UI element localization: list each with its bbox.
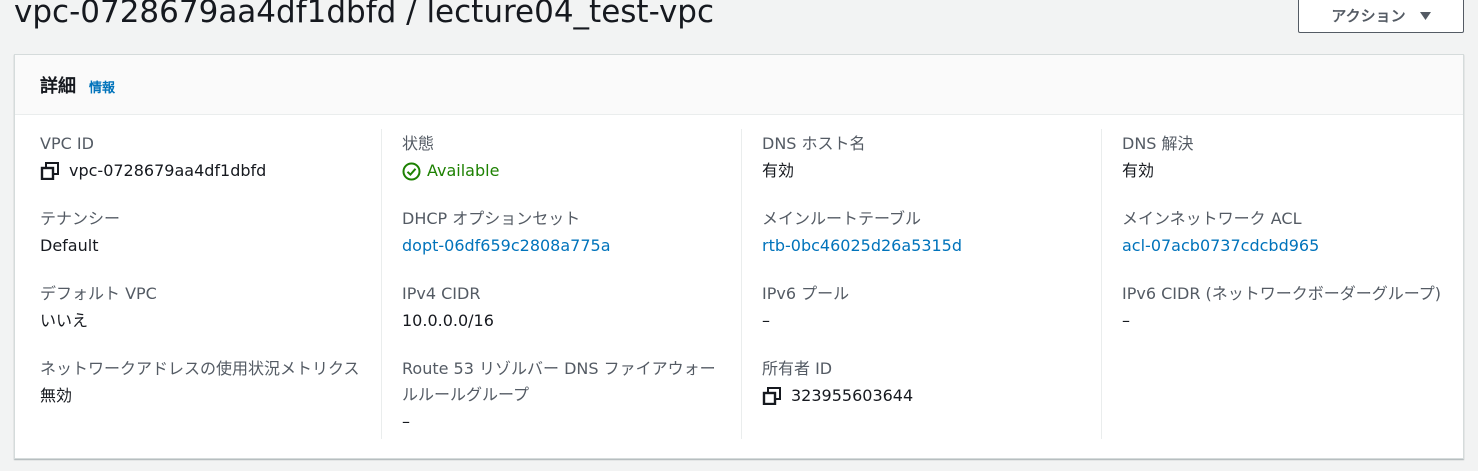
ipv4-cidr-value: 10.0.0.0/16	[402, 311, 494, 330]
ipv6-cidr-label: IPv6 CIDR (ネットワークボーダーグループ)	[1122, 284, 1442, 303]
dns-hostnames-label: DNS ホスト名	[762, 134, 866, 153]
default-vpc-value: いいえ	[40, 311, 89, 330]
details-panel: 詳細 情報 VPC ID vpc-0728679aa4df1dbfd テナンシー…	[14, 54, 1464, 459]
field-dhcp-options: DHCP オプションセット dopt-06df659c2808a775a	[402, 206, 722, 259]
details-column-2: 状態 Available DHCP オプションセット dopt-06df659c…	[381, 129, 741, 439]
dns-resolution-label: DNS 解決	[1122, 134, 1194, 153]
owner-id-value-row: 323955603644	[762, 383, 1082, 409]
state-value-row: Available	[402, 158, 722, 184]
actions-button[interactable]: アクション	[1298, 0, 1464, 33]
route53-resolver-label: Route 53 リゾルバー DNS ファイアウォールルールグループ	[402, 359, 716, 404]
vpc-details-page: vpc-0728679aa4df1dbfd / lecture04_test-v…	[0, 0, 1478, 471]
details-panel-header: 詳細 情報	[15, 55, 1463, 115]
dhcp-options-link[interactable]: dopt-06df659c2808a775a	[402, 233, 722, 259]
state-value: Available	[427, 161, 500, 180]
vpc-id-label: VPC ID	[40, 134, 94, 153]
main-route-table-link[interactable]: rtb-0bc46025d26a5315d	[762, 233, 1082, 259]
owner-id-label: 所有者 ID	[762, 359, 833, 378]
field-owner-id: 所有者 ID 323955603644	[762, 356, 1082, 409]
field-main-network-acl: メインネットワーク ACL acl-07acb0737cdcbd965	[1122, 206, 1442, 259]
field-network-address-usage: ネットワークアドレスの使用状況メトリクス 無効	[40, 356, 360, 409]
field-state: 状態 Available	[402, 131, 722, 184]
field-ipv6-cidr: IPv6 CIDR (ネットワークボーダーグループ) –	[1122, 281, 1442, 334]
field-main-route-table: メインルートテーブル rtb-0bc46025d26a5315d	[762, 206, 1082, 259]
ipv4-cidr-label: IPv4 CIDR	[402, 284, 481, 303]
vpc-id-value-row: vpc-0728679aa4df1dbfd	[40, 158, 360, 184]
info-link[interactable]: 情報	[89, 77, 115, 96]
ipv6-pool-label: IPv6 プール	[762, 284, 850, 303]
state-label: 状態	[402, 134, 435, 153]
details-column-4: DNS 解決 有効 メインネットワーク ACL acl-07acb0737cdc…	[1101, 129, 1461, 439]
actions-button-label: アクション	[1331, 7, 1406, 25]
dns-resolution-value: 有効	[1122, 161, 1155, 180]
details-column-1: VPC ID vpc-0728679aa4df1dbfd テナンシー Defau…	[15, 129, 375, 439]
field-default-vpc: デフォルト VPC いいえ	[40, 281, 360, 334]
check-circle-icon	[402, 162, 421, 181]
main-network-acl-label: メインネットワーク ACL	[1122, 209, 1302, 228]
field-dns-hostnames: DNS ホスト名 有効	[762, 131, 1082, 184]
details-title: 詳細	[40, 75, 76, 97]
details-panel-body: VPC ID vpc-0728679aa4df1dbfd テナンシー Defau…	[15, 115, 1463, 459]
field-dns-resolution: DNS 解決 有効	[1122, 131, 1442, 184]
main-route-table-label: メインルートテーブル	[762, 209, 922, 228]
owner-id-value: 323955603644	[791, 386, 914, 405]
caret-down-icon	[1419, 11, 1431, 20]
copy-icon[interactable]	[40, 162, 60, 180]
copy-icon[interactable]	[762, 387, 782, 405]
dhcp-options-label: DHCP オプションセット	[402, 209, 581, 228]
details-column-3: DNS ホスト名 有効 メインルートテーブル rtb-0bc46025d26a5…	[741, 129, 1101, 439]
vpc-id-value: vpc-0728679aa4df1dbfd	[69, 161, 267, 180]
network-address-usage-label: ネットワークアドレスの使用状況メトリクス	[40, 359, 360, 378]
field-tenancy: テナンシー Default	[40, 206, 360, 259]
route53-resolver-value: –	[402, 412, 410, 431]
network-address-usage-value: 無効	[40, 386, 73, 405]
field-route53-resolver: Route 53 リゾルバー DNS ファイアウォールルールグループ –	[402, 356, 722, 435]
tenancy-value: Default	[40, 236, 99, 255]
main-network-acl-link[interactable]: acl-07acb0737cdcbd965	[1122, 233, 1442, 259]
field-ipv4-cidr: IPv4 CIDR 10.0.0.0/16	[402, 281, 722, 334]
page-title: vpc-0728679aa4df1dbfd / lecture04_test-v…	[14, 0, 715, 30]
tenancy-label: テナンシー	[40, 209, 121, 228]
ipv6-cidr-value: –	[1122, 311, 1130, 330]
field-ipv6-pool: IPv6 プール –	[762, 281, 1082, 334]
dns-hostnames-value: 有効	[762, 161, 795, 180]
default-vpc-label: デフォルト VPC	[40, 284, 157, 303]
field-vpc-id: VPC ID vpc-0728679aa4df1dbfd	[40, 131, 360, 184]
ipv6-pool-value: –	[762, 311, 770, 330]
